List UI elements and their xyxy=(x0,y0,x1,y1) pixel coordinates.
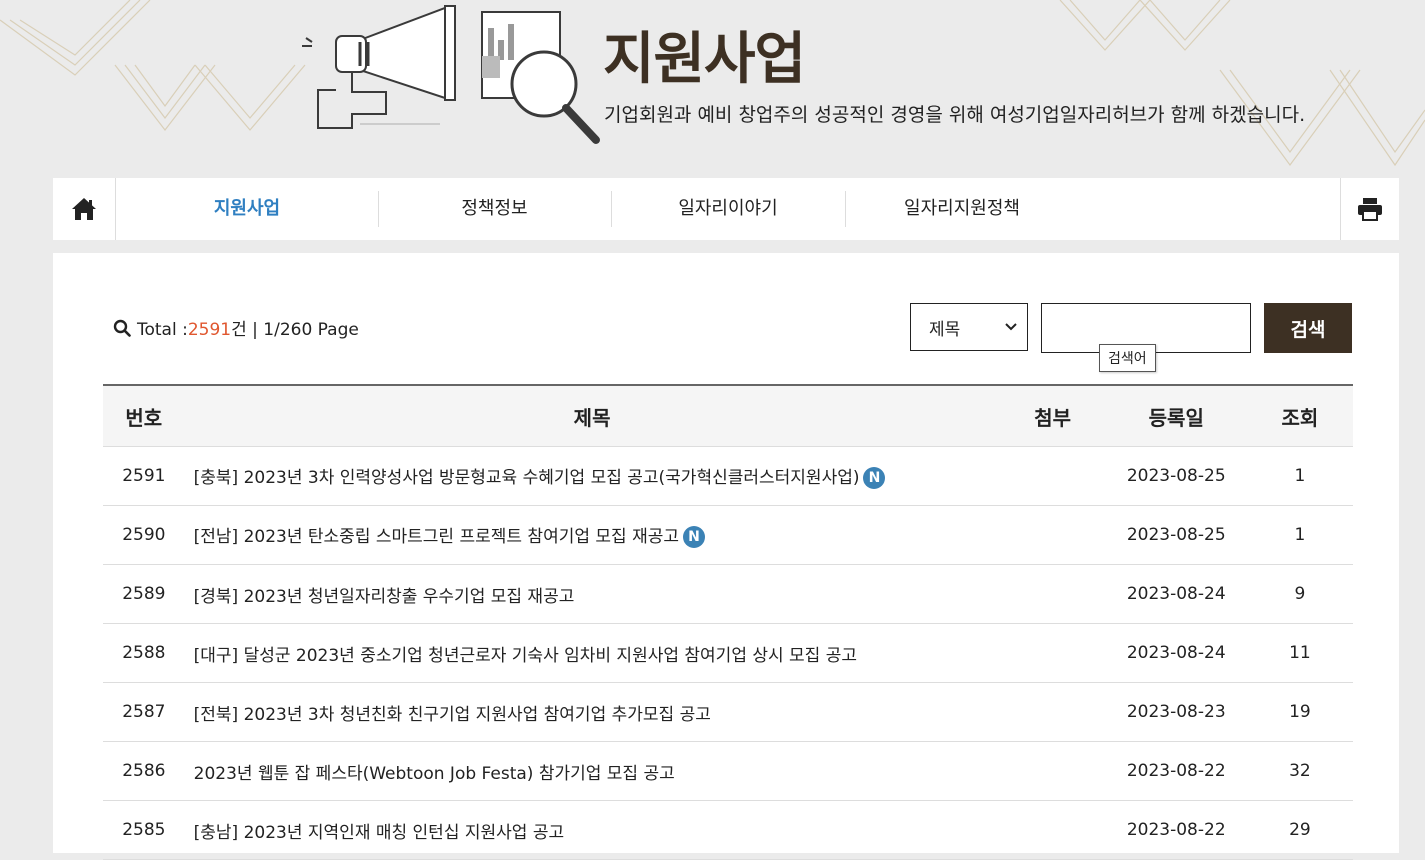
row-views: 19 xyxy=(1246,682,1353,742)
row-views: 1 xyxy=(1246,446,1353,506)
search-form: 제목 검색어 검색 xyxy=(910,303,1352,372)
row-views: 1 xyxy=(1246,505,1353,565)
row-views: 29 xyxy=(1246,800,1353,860)
home-button[interactable] xyxy=(53,178,116,240)
row-date: 2023-08-23 xyxy=(1105,682,1247,742)
row-attach xyxy=(999,800,1106,860)
search-input[interactable]: 검색어 xyxy=(1041,303,1251,372)
board-panel: Total :2591건 | 1/260 Page 제목 검색어 검색 번호 제… xyxy=(53,253,1399,860)
row-views: 11 xyxy=(1246,623,1353,683)
search-input-tooltip: 검색어 xyxy=(1099,344,1156,372)
board-table: 번호 제목 첨부 등록일 조회 2591 [충북] 2023년 3차 인력양성사… xyxy=(103,384,1353,860)
row-date: 2023-08-24 xyxy=(1105,564,1247,624)
search-button[interactable]: 검색 xyxy=(1264,303,1352,353)
row-attach xyxy=(999,505,1106,565)
row-date: 2023-08-25 xyxy=(1105,505,1247,565)
row-num: 2591 xyxy=(103,446,185,506)
table-row[interactable]: 2587 [전북] 2023년 3차 청년친화 친구기업 지원사업 참여기업 추… xyxy=(103,682,1353,742)
table-row[interactable]: 2590 [전남] 2023년 탄소중립 스마트그린 프로젝트 참여기업 모집 … xyxy=(103,505,1353,565)
table-row[interactable]: 2588 [대구] 달성군 2023년 중소기업 청년근로자 기숙사 임차비 지… xyxy=(103,623,1353,683)
total-label: Total : xyxy=(137,320,188,340)
search-field-value: 제목 xyxy=(929,319,961,340)
row-num: 2585 xyxy=(103,800,185,860)
row-title-cell: [대구] 달성군 2023년 중소기업 청년근로자 기숙사 임차비 지원사업 참… xyxy=(184,623,1000,683)
row-num: 2587 xyxy=(103,682,185,742)
row-title-link[interactable]: [전남] 2023년 탄소중립 스마트그린 프로젝트 참여기업 모집 재공고 xyxy=(194,527,679,547)
row-title-cell: [경북] 2023년 청년일자리창출 우수기업 모집 재공고 xyxy=(184,564,1000,624)
header-views: 조회 xyxy=(1246,385,1353,447)
board-summary: Total :2591건 | 1/260 Page xyxy=(113,315,359,340)
row-title-link[interactable]: [충북] 2023년 3차 인력양성사업 방문형교육 수혜기업 모집 공고(국가… xyxy=(194,468,860,488)
search-icon xyxy=(113,319,131,337)
search-field-select[interactable]: 제목 xyxy=(910,303,1028,351)
header-title: 제목 xyxy=(184,385,1000,447)
page-title: 지원사업 xyxy=(603,27,806,92)
table-header-row: 번호 제목 첨부 등록일 조회 xyxy=(103,385,1353,447)
page-subtitle: 기업회원과 예비 창업주의 성공적인 경영을 위해 여성기업일자리허브가 함께 … xyxy=(604,104,1306,126)
table-row[interactable]: 2586 2023년 웹툰 잡 페스타(Webtoon Job Festa) 참… xyxy=(103,741,1353,801)
row-date: 2023-08-22 xyxy=(1105,800,1247,860)
tab-list: 지원사업 정책정보 일자리이야기 일자리지원정책 xyxy=(116,178,1340,240)
row-title-link[interactable]: [경북] 2023년 청년일자리창출 우수기업 모집 재공고 xyxy=(194,587,575,607)
tab-job-support-policy[interactable]: 일자리지원정책 xyxy=(845,189,1079,229)
sub-navigation: 지원사업 정책정보 일자리이야기 일자리지원정책 xyxy=(53,178,1399,240)
printer-icon xyxy=(1358,198,1382,221)
total-count: 2591 xyxy=(187,320,232,340)
row-attach xyxy=(999,564,1106,624)
row-date: 2023-08-24 xyxy=(1105,623,1247,683)
row-num: 2586 xyxy=(103,741,185,801)
row-num: 2588 xyxy=(103,623,185,683)
row-title-link[interactable]: [충남] 2023년 지역인재 매칭 인턴십 지원사업 공고 xyxy=(194,823,564,843)
chevron-down-icon xyxy=(1005,323,1017,331)
megaphone-illustration xyxy=(302,5,600,144)
row-attach xyxy=(999,623,1106,683)
header-num: 번호 xyxy=(103,385,185,447)
header-date: 등록일 xyxy=(1105,385,1247,447)
row-title-link[interactable]: 2023년 웹툰 잡 페스타(Webtoon Job Festa) 참가기업 모… xyxy=(194,764,675,784)
total-unit: 건 xyxy=(231,320,247,340)
row-views: 32 xyxy=(1246,741,1353,801)
print-button[interactable] xyxy=(1340,178,1399,240)
page-indicator: | 1/260 Page xyxy=(252,320,359,340)
home-icon xyxy=(72,198,96,220)
new-badge-icon: N xyxy=(683,526,705,548)
table-row[interactable]: 2591 [충북] 2023년 3차 인력양성사업 방문형교육 수혜기업 모집 … xyxy=(103,446,1353,506)
row-title-link[interactable]: [대구] 달성군 2023년 중소기업 청년근로자 기숙사 임차비 지원사업 참… xyxy=(194,646,857,666)
row-title-link[interactable]: [전북] 2023년 3차 청년친화 친구기업 지원사업 참여기업 추가모집 공… xyxy=(194,705,711,725)
tab-policy-info[interactable]: 정책정보 xyxy=(378,189,611,229)
tab-job-stories[interactable]: 일자리이야기 xyxy=(611,189,845,229)
table-row[interactable]: 2585 [충남] 2023년 지역인재 매칭 인턴십 지원사업 공고 2023… xyxy=(103,800,1353,860)
row-views: 9 xyxy=(1246,564,1353,624)
new-badge-icon: N xyxy=(863,467,886,489)
row-title-cell: 2023년 웹툰 잡 페스타(Webtoon Job Festa) 참가기업 모… xyxy=(184,741,1000,801)
row-date: 2023-08-22 xyxy=(1105,741,1247,801)
row-title-cell: [충남] 2023년 지역인재 매칭 인턴십 지원사업 공고 xyxy=(184,800,1000,860)
row-date: 2023-08-25 xyxy=(1105,446,1247,506)
table-row[interactable]: 2589 [경북] 2023년 청년일자리창출 우수기업 모집 재공고 2023… xyxy=(103,564,1353,624)
tab-support-projects[interactable]: 지원사업 xyxy=(116,189,378,229)
row-num: 2589 xyxy=(103,564,185,624)
row-title-cell: [전북] 2023년 3차 청년친화 친구기업 지원사업 참여기업 추가모집 공… xyxy=(184,682,1000,742)
header-attach: 첨부 xyxy=(999,385,1106,447)
row-attach xyxy=(999,741,1106,801)
row-num: 2590 xyxy=(103,505,185,565)
row-title-cell: [전남] 2023년 탄소중립 스마트그린 프로젝트 참여기업 모집 재공고 N xyxy=(184,505,1000,565)
row-attach xyxy=(999,682,1106,742)
row-attach xyxy=(999,446,1106,506)
row-title-cell: [충북] 2023년 3차 인력양성사업 방문형교육 수혜기업 모집 공고(국가… xyxy=(184,446,1000,506)
